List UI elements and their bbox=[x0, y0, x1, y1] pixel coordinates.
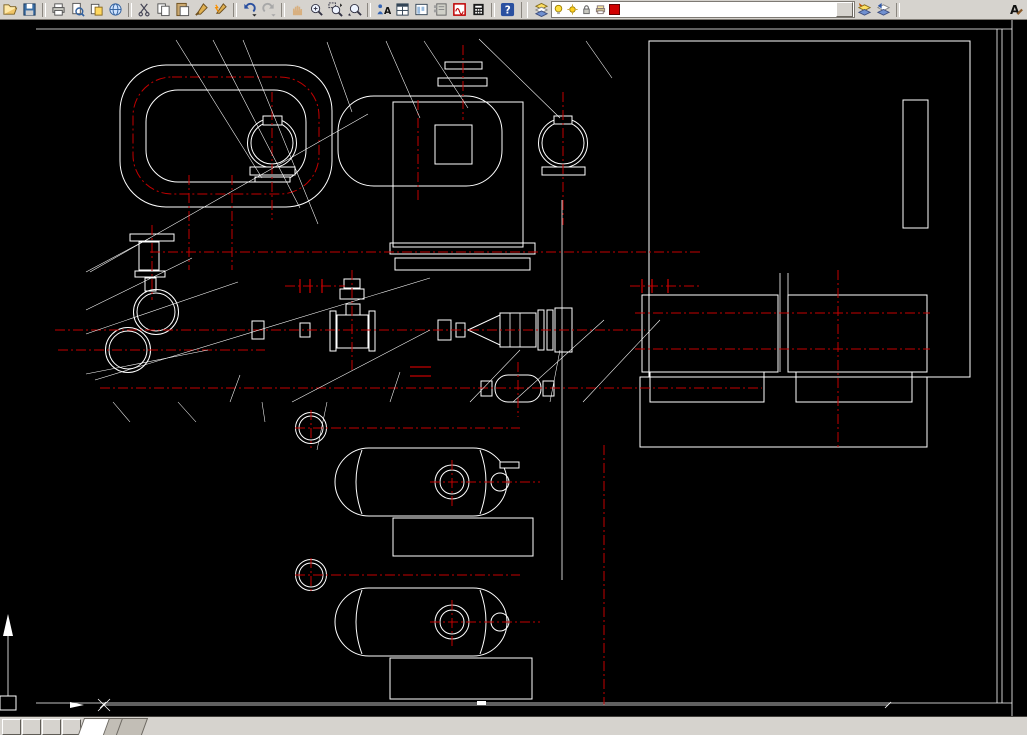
layer-color-swatch[interactable] bbox=[609, 4, 620, 15]
plot-icon[interactable] bbox=[49, 2, 68, 18]
separator bbox=[491, 2, 495, 17]
svg-text:A: A bbox=[384, 6, 391, 17]
markup-icon[interactable] bbox=[450, 2, 469, 18]
web-icon[interactable] bbox=[106, 2, 125, 18]
toolbar-group-separator bbox=[521, 1, 528, 18]
svg-text:?: ? bbox=[505, 5, 511, 17]
ucs-icon bbox=[0, 614, 17, 711]
tab-nav-next-button[interactable] bbox=[42, 719, 61, 735]
separator bbox=[233, 2, 237, 17]
piping-assembly-drawing bbox=[0, 20, 1013, 717]
make-object-layer-current-icon[interactable] bbox=[855, 2, 874, 18]
layer-combo[interactable] bbox=[551, 1, 855, 18]
find-icon[interactable]: A bbox=[374, 2, 393, 18]
tabstrip bbox=[77, 718, 149, 735]
layout-tabbar bbox=[0, 716, 1027, 735]
properties-icon[interactable] bbox=[393, 2, 412, 18]
flange-ticks bbox=[299, 279, 669, 377]
equipment-outlines bbox=[105, 61, 929, 700]
layer-freeze-sun-icon[interactable] bbox=[567, 4, 578, 15]
layer-lock-icon[interactable] bbox=[581, 4, 592, 15]
separator bbox=[367, 2, 371, 17]
matchprop-brush-icon[interactable] bbox=[192, 2, 211, 18]
help-icon[interactable]: ? bbox=[498, 2, 517, 18]
match-properties-icon[interactable] bbox=[211, 2, 230, 18]
tool-palettes-icon[interactable] bbox=[431, 2, 450, 18]
layer-combo-dropdown[interactable] bbox=[836, 2, 853, 17]
redo-icon[interactable] bbox=[259, 2, 278, 18]
print-preview-icon[interactable] bbox=[68, 2, 87, 18]
publish-icon[interactable] bbox=[87, 2, 106, 18]
undo-icon[interactable] bbox=[240, 2, 259, 18]
separator bbox=[128, 2, 132, 17]
drawing-canvas[interactable] bbox=[0, 20, 1027, 717]
tab-navigation bbox=[0, 717, 84, 735]
svg-text:A: A bbox=[1010, 3, 1020, 17]
separator bbox=[896, 2, 900, 17]
tab-layout2[interactable] bbox=[115, 718, 149, 735]
cad-application: A ? A bbox=[0, 0, 1027, 735]
zoom-previous-icon[interactable] bbox=[345, 2, 364, 18]
layer-previous-icon[interactable] bbox=[874, 2, 893, 18]
layer-on-bulb-icon[interactable] bbox=[553, 4, 564, 15]
pan-icon[interactable] bbox=[288, 2, 307, 18]
toolbar: A ? A bbox=[0, 0, 1027, 20]
dimension-line bbox=[70, 698, 892, 712]
layer-plot-icon[interactable] bbox=[595, 4, 606, 15]
cut-icon[interactable] bbox=[135, 2, 154, 18]
open-icon[interactable] bbox=[1, 2, 20, 18]
tab-nav-prev-button[interactable] bbox=[22, 719, 41, 735]
quickcalc-icon[interactable] bbox=[469, 2, 488, 18]
save-icon[interactable] bbox=[20, 2, 39, 18]
text-style-icon[interactable]: A bbox=[1007, 2, 1026, 18]
layers-icon[interactable] bbox=[532, 2, 551, 18]
paste-icon[interactable] bbox=[173, 2, 192, 18]
centerlines bbox=[55, 45, 930, 705]
zoom-realtime-icon[interactable] bbox=[307, 2, 326, 18]
designcenter-icon[interactable] bbox=[412, 2, 431, 18]
zoom-window-icon[interactable] bbox=[326, 2, 345, 18]
copy-icon[interactable] bbox=[154, 2, 173, 18]
sheet-frame bbox=[36, 20, 1013, 717]
separator bbox=[281, 2, 285, 17]
tab-nav-first-button[interactable] bbox=[2, 719, 21, 735]
separator bbox=[42, 2, 46, 17]
